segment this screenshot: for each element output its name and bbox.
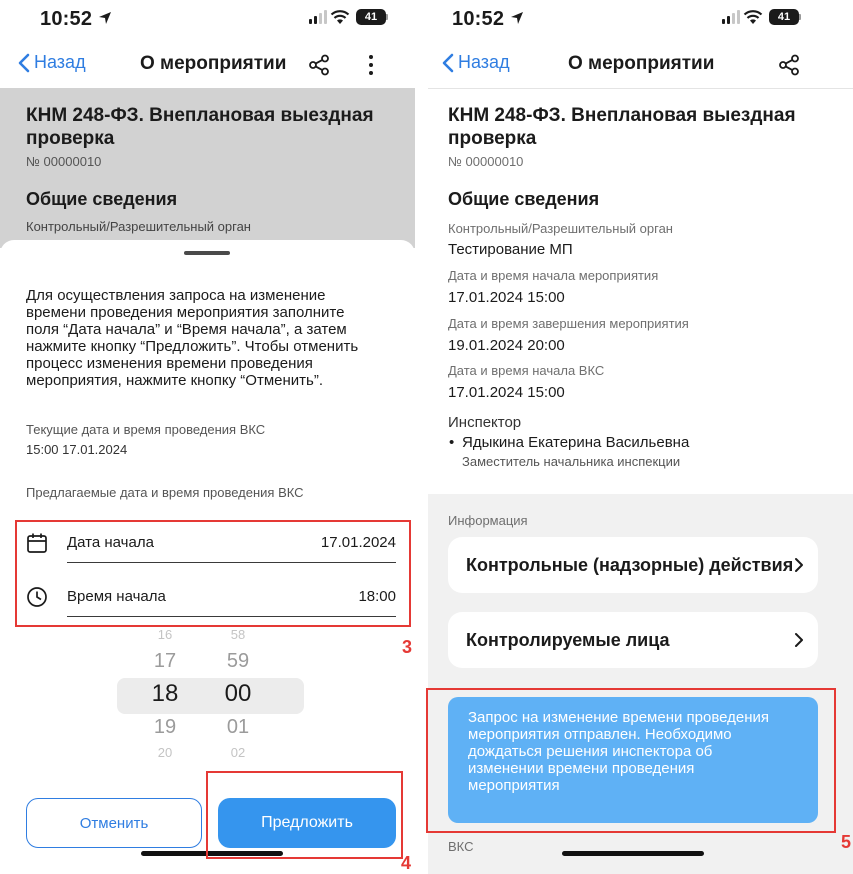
hour-option[interactable]: 16: [140, 624, 190, 646]
event-title: КНМ 248-ФЗ. Внеплановая выездная проверк…: [448, 105, 796, 149]
field-value: 17.01.2024 15:00: [448, 289, 565, 306]
current-datetime-value: 15:00 17.01.2024: [26, 442, 128, 457]
back-label: Назад: [34, 52, 86, 72]
field-label: Контрольный/Разрешительный орган: [448, 221, 673, 236]
left-screen: 10:52 41 Назад О мероприятии КНМ 248-ФЗ.…: [0, 0, 415, 874]
back-button[interactable]: Назад: [442, 52, 510, 73]
event-number: № 00000010: [448, 154, 524, 169]
field-label: Дата и время завершения мероприятия: [448, 316, 689, 331]
current-datetime-label: Текущие дата и время проведения ВКС: [26, 422, 266, 437]
event-number: № 00000010: [26, 154, 102, 169]
annotation-number-3: 3: [402, 637, 413, 657]
annotation-box-toast: [426, 688, 836, 833]
cancel-button[interactable]: Отменить: [26, 798, 202, 848]
wifi-icon: [743, 10, 763, 24]
more-vertical-icon[interactable]: [367, 54, 375, 76]
hour-option-selected[interactable]: 18: [140, 676, 190, 712]
wifi-icon: [330, 10, 350, 24]
field-label: Дата и время начала мероприятия: [448, 268, 659, 283]
minute-option-selected[interactable]: 00: [213, 676, 263, 712]
authority-label: Контрольный/Разрешительный орган: [26, 219, 251, 234]
info-label: Информация: [448, 513, 528, 528]
inspector-name: Ядыкина Екатерина Васильевна: [462, 434, 690, 451]
general-section-title: Общие сведения: [26, 189, 178, 209]
inspector-role: Заместитель начальника инспекции: [462, 454, 681, 469]
minute-option[interactable]: 58: [213, 624, 263, 646]
proposed-datetime-label: Предлагаемые дата и время проведения ВКС: [26, 485, 304, 500]
field-value: 19.01.2024 20:00: [448, 337, 565, 354]
annotation-box-propose: [206, 771, 403, 859]
minute-option[interactable]: 59: [213, 646, 263, 676]
signal-icon: [722, 10, 740, 24]
hour-option[interactable]: 17: [140, 646, 190, 676]
general-section-title: Общие сведения: [448, 189, 600, 209]
annotation-box-fields: [15, 520, 411, 627]
hour-picker[interactable]: 16 17 18 19 20: [140, 624, 190, 764]
location-arrow-icon: [99, 12, 111, 24]
card-label: Контролируемые лица: [466, 629, 670, 650]
field-value: Тестирование МП: [448, 241, 573, 258]
signal-icon: [309, 10, 327, 24]
chevron-left-icon: [18, 53, 30, 72]
back-button[interactable]: Назад: [18, 52, 86, 73]
share-icon[interactable]: [778, 54, 800, 76]
page-title: О мероприятии: [568, 53, 715, 74]
status-time: 10:52: [452, 8, 505, 30]
location-arrow-icon: [511, 12, 523, 24]
status-time: 10:52: [40, 8, 93, 30]
sheet-description: Для осуществления запроса на изменение в…: [26, 287, 359, 389]
inspector-label: Инспектор: [448, 414, 522, 431]
controlled-persons-card[interactable]: Контролируемые лица: [448, 612, 818, 668]
chevron-right-icon: [795, 633, 803, 647]
minute-option[interactable]: 02: [213, 742, 263, 764]
field-label: Дата и время начала ВКС: [448, 363, 605, 378]
event-title: КНМ 248-ФЗ. Внеплановая выездная проверк…: [26, 105, 374, 149]
battery-icon: 41: [356, 9, 388, 25]
minute-option[interactable]: 01: [213, 712, 263, 742]
chevron-right-icon: [795, 558, 803, 572]
card-label: Контрольные (надзорные) действия: [466, 554, 794, 575]
sheet-grabber[interactable]: [184, 251, 230, 255]
control-actions-card[interactable]: Контрольные (надзорные) действия: [448, 537, 818, 593]
home-indicator: [562, 851, 704, 856]
share-icon[interactable]: [308, 54, 330, 76]
inspector-bullet: •: [449, 434, 455, 451]
chevron-left-icon: [442, 53, 454, 72]
battery-icon: 41: [769, 9, 801, 25]
annotation-number-4: 4: [401, 853, 412, 873]
page-title: О мероприятии: [140, 53, 287, 74]
vks-section-label: ВКС: [448, 839, 474, 854]
back-label: Назад: [458, 52, 510, 72]
field-value: 17.01.2024 15:00: [448, 384, 565, 401]
hour-option[interactable]: 20: [140, 742, 190, 764]
annotation-number-5: 5: [841, 832, 852, 852]
hour-option[interactable]: 19: [140, 712, 190, 742]
minute-picker[interactable]: 58 59 00 01 02: [213, 624, 263, 764]
